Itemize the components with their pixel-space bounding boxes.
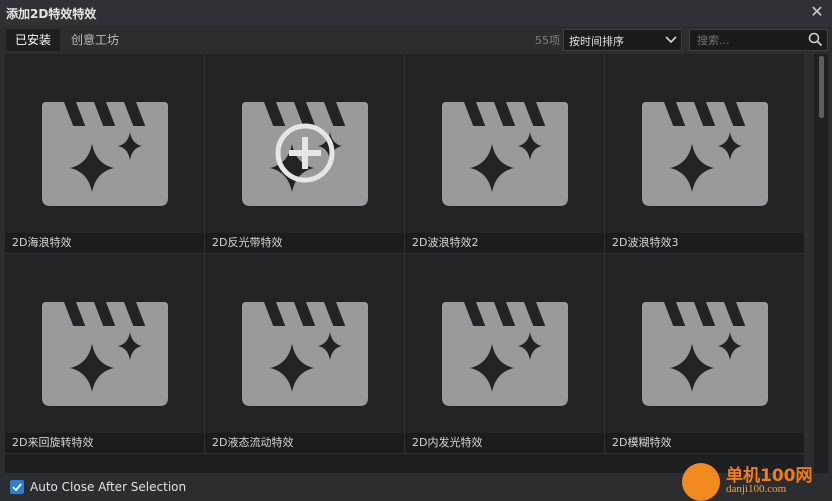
- watermark-url: danji100.com: [726, 483, 787, 495]
- effect-card[interactable]: 2D波浪特效3: [605, 54, 804, 254]
- effect-card[interactable]: 2D模糊特效: [605, 254, 804, 454]
- effect-clapper-icon: [642, 302, 768, 406]
- sort-dropdown[interactable]: 按时间排序: [563, 29, 682, 51]
- effect-name: 2D来回旋转特效: [5, 433, 204, 453]
- search-box: [689, 29, 828, 51]
- search-input[interactable]: [690, 30, 809, 50]
- watermark-circle: [682, 463, 720, 501]
- effect-name: 2D液态流动特效: [205, 433, 404, 453]
- title-bar: 添加2D特效特效 ✕: [0, 0, 832, 26]
- search-icon[interactable]: [808, 32, 823, 51]
- add-circle-icon[interactable]: [274, 122, 336, 184]
- effect-card[interactable]: 2D海浪特效: [5, 54, 205, 254]
- vertical-scrollbar[interactable]: [814, 54, 828, 473]
- effect-name: 2D反光带特效: [205, 233, 404, 253]
- chevron-down-icon: [665, 31, 677, 51]
- effects-grid: 2D海浪特效 2D反光带特效 2D波浪特效2 2D波浪特效3 2D来回旋转特效 …: [5, 54, 804, 473]
- effect-name: 2D模糊特效: [605, 433, 804, 453]
- effect-clapper-icon: [642, 102, 768, 206]
- effect-name: 2D波浪特效2: [405, 233, 604, 253]
- sort-selected-value: 按时间排序: [569, 35, 624, 48]
- window-title: 添加2D特效特效: [6, 7, 97, 21]
- item-count: 55项: [535, 34, 560, 47]
- effect-clapper-icon: [242, 302, 368, 406]
- auto-close-label: Auto Close After Selection: [30, 480, 187, 494]
- effect-card[interactable]: 2D液态流动特效: [205, 254, 405, 454]
- watermark-logo: 单机100网 danji100.com: [682, 459, 832, 501]
- toolbar: 已安装 创意工坊 55项 按时间排序: [0, 26, 832, 54]
- scrollbar-thumb[interactable]: [819, 56, 824, 118]
- tab-workshop[interactable]: 创意工坊: [62, 29, 128, 51]
- effect-card[interactable]: 2D波浪特效2: [405, 54, 605, 254]
- auto-close-checkbox[interactable]: [10, 480, 24, 494]
- effect-card[interactable]: 2D来回旋转特效: [5, 254, 205, 454]
- effect-card[interactable]: 2D内发光特效: [405, 254, 605, 454]
- effect-clapper-icon: [442, 302, 568, 406]
- effect-clapper-icon: [42, 302, 168, 406]
- tab-installed[interactable]: 已安装: [6, 29, 61, 51]
- close-icon[interactable]: ✕: [808, 3, 826, 21]
- effect-card[interactable]: 2D反光带特效: [205, 54, 405, 254]
- effect-clapper-icon: [442, 102, 568, 206]
- effect-name: 2D波浪特效3: [605, 233, 804, 253]
- effect-name: 2D内发光特效: [405, 433, 604, 453]
- effect-name: 2D海浪特效: [5, 233, 204, 253]
- effect-clapper-icon: [42, 102, 168, 206]
